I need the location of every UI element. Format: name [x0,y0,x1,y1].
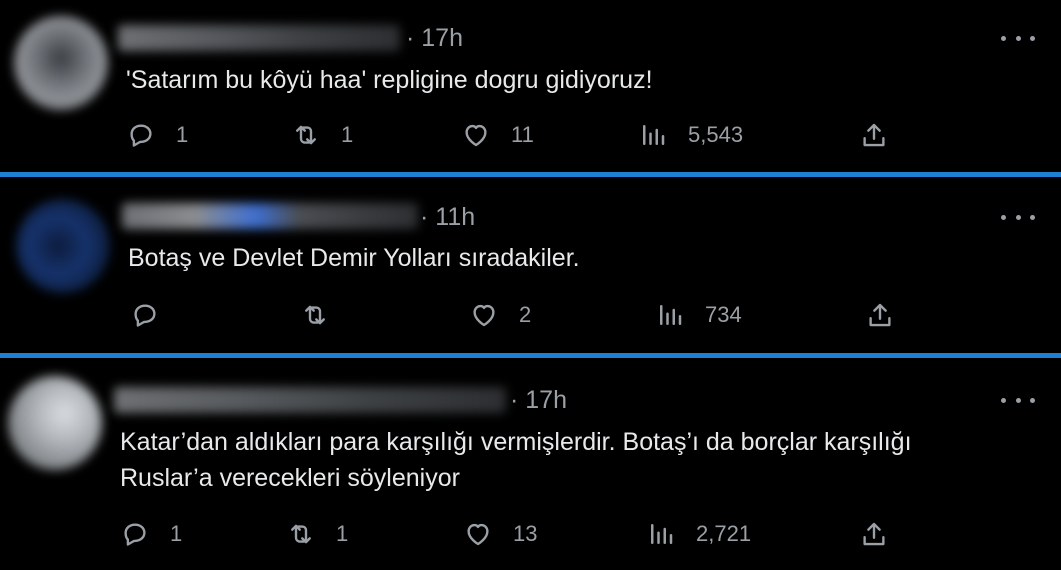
heart-icon [473,304,495,327]
reply-button[interactable]: 1 [120,519,182,549]
view-count: 2,721 [696,521,752,546]
tweet-text: Botaş ve Devlet Demir Yolları sıradakile… [128,240,580,276]
like-button[interactable]: 13 [463,519,537,549]
avatar[interactable] [16,199,110,293]
tweet-text-line: Katar’dan aldıkları para karşılığı vermi… [120,428,912,456]
retweet-button[interactable] [300,300,350,330]
view-count: 5,543 [688,122,744,147]
tweet-text: Katar’dan aldıkları para karşılığı vermi… [120,424,912,496]
views-chart-icon [660,305,682,325]
reply-count: 1 [176,122,189,147]
like-button[interactable]: 11 [461,120,534,150]
like-count: 13 [513,521,538,546]
blurred-username[interactable] [122,203,418,229]
share-button[interactable] [865,300,895,330]
tweet-2[interactable]: · 11h Botaş ve Devlet Demir Yolları sıra… [0,177,1061,353]
reply-button[interactable] [130,300,180,330]
tweet-1[interactable]: · 17h 'Satarım bu kôyü haa' repligine do… [0,0,1061,172]
retweet-button[interactable]: 1 [286,519,348,549]
views-chart-icon [651,524,673,544]
tweet-text-line: Botaş ve Devlet Demir Yolları sıradakile… [128,244,580,272]
retweet-icon [291,524,311,544]
views-chart-icon [643,125,665,145]
like-button[interactable]: 2 [469,300,531,330]
reply-button[interactable]: 1 [126,120,188,150]
retweet-icon [305,305,325,325]
retweet-icon [296,125,316,145]
avatar[interactable] [14,16,108,110]
retweet-button[interactable]: 1 [291,120,353,150]
like-count: 11 [511,122,534,147]
tweet-timestamp[interactable]: · 17h [510,386,567,415]
retweet-count: 1 [336,521,349,546]
more-dots-icon[interactable] [1001,28,1035,48]
like-count: 2 [519,302,532,327]
views-button[interactable]: 734 [655,300,742,330]
views-button[interactable]: 2,721 [646,519,751,549]
reply-icon [124,523,146,546]
reply-count: 1 [170,521,183,546]
blurred-username[interactable] [118,25,400,51]
reply-icon [130,124,152,147]
more-dots-icon[interactable] [1001,207,1035,227]
share-button[interactable] [859,519,889,549]
tweet-text: 'Satarım bu kôyü haa' repligine dogru gi… [126,62,653,98]
retweet-count: 1 [341,122,354,147]
share-icon [863,522,885,546]
view-count: 734 [705,302,742,327]
avatar[interactable] [8,376,102,470]
tweet-timestamp[interactable]: · 11h [420,203,475,232]
share-icon [869,303,891,327]
share-button[interactable] [859,120,889,150]
tweet-timestamp[interactable]: · 17h [406,24,463,53]
tweet-text-line: Ruslar’a verecekleri söyleniyor [120,464,460,492]
views-button[interactable]: 5,543 [638,120,743,150]
blurred-username[interactable] [114,387,506,413]
heart-icon [465,124,487,147]
tweet-3[interactable]: · 17h Katar’dan aldıkları para karşılığı… [0,358,1061,570]
heart-icon [467,523,489,546]
tweet-text-line: 'Satarım bu kôyü haa' repligine dogru gi… [126,66,653,94]
share-icon [863,123,885,147]
reply-icon [134,304,156,327]
more-dots-icon[interactable] [1001,390,1035,410]
